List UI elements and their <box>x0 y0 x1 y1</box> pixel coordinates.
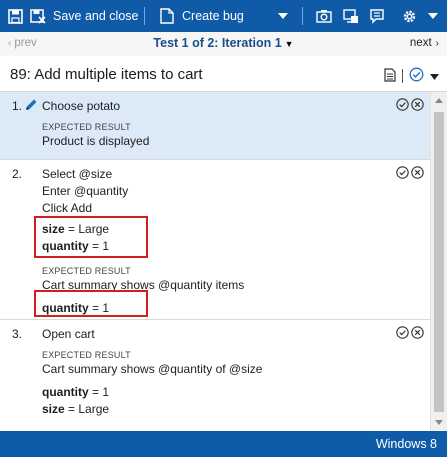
toolbar-separator <box>302 7 303 25</box>
comment-icon <box>370 8 384 24</box>
check-circle-icon <box>396 166 409 179</box>
pass-step-button[interactable] <box>396 326 409 342</box>
header-actions <box>384 67 439 85</box>
pass-test-button[interactable] <box>409 67 424 85</box>
test-navigation: ‹ prev Test 1 of 2: Iteration 1 ▼ next › <box>0 32 447 56</box>
expected-result-label: EXPECTED RESULT <box>42 350 131 360</box>
create-bug-dropdown[interactable] <box>278 12 288 20</box>
step-number: 3. <box>12 327 23 341</box>
step-action: Choose potato <box>42 99 121 113</box>
camera-icon <box>316 10 332 23</box>
chevron-right-icon: › <box>435 38 439 49</box>
vertical-scrollbar[interactable] <box>430 92 447 431</box>
add-comment-button[interactable] <box>370 8 386 24</box>
toolbar: Save and close Create bug <box>0 0 447 32</box>
check-circle-icon <box>396 326 409 339</box>
step-number: 2. <box>12 167 23 181</box>
create-bug-icon <box>160 8 174 24</box>
parameter-row: size = Large <box>42 401 262 418</box>
parameter-row: quantity = 1 <box>42 384 262 401</box>
x-circle-icon <box>411 98 424 111</box>
test-step[interactable]: 2. Select @size Enter @quantity Click Ad… <box>0 160 430 320</box>
next-label: next <box>409 37 432 49</box>
screen-capture-icon <box>343 8 358 23</box>
check-circle-icon <box>409 67 424 82</box>
test-step[interactable]: 1. Choose potato EXPECTED RESULT Product… <box>0 92 430 160</box>
test-steps-list: 1. Choose potato EXPECTED RESULT Product… <box>0 92 430 431</box>
settings-button[interactable] <box>402 8 417 24</box>
x-circle-icon <box>411 326 424 339</box>
record-screen-button[interactable] <box>343 8 359 24</box>
save-icon[interactable] <box>8 8 23 24</box>
pass-step-button[interactable] <box>396 166 409 182</box>
step-actions <box>396 166 424 182</box>
save-and-close-button[interactable]: Save and close <box>30 0 138 32</box>
fail-step-button[interactable] <box>411 326 424 342</box>
parameter-value: 1 <box>102 385 110 399</box>
scroll-up-arrow[interactable] <box>435 98 443 103</box>
parameter-name: size <box>42 402 65 416</box>
test-step[interactable]: 3. Open cart EXPECTED RESULT Cart summar… <box>0 320 430 431</box>
header-divider <box>402 69 403 83</box>
parameter-equals: = <box>88 385 103 399</box>
scroll-down-arrow[interactable] <box>435 420 443 425</box>
step-action-line: Click Add <box>42 201 93 215</box>
expected-result-label: EXPECTED RESULT <box>42 122 131 132</box>
camera-button[interactable] <box>316 8 332 24</box>
pencil-icon <box>24 98 38 115</box>
create-bug-button[interactable]: Create bug <box>160 0 244 32</box>
environment-label: Windows 8 <box>375 437 437 451</box>
expected-result: Product is displayed <box>42 134 150 148</box>
gear-icon <box>403 10 416 22</box>
step-content: Open cart EXPECTED RESULT Cart summary s… <box>42 326 262 418</box>
step-action-line: Enter @quantity <box>42 184 129 198</box>
expected-result: Cart summary shows @quantity of @size <box>42 362 263 376</box>
step-content: Choose potato EXPECTED RESULT Product is… <box>42 98 149 150</box>
highlight-box <box>34 216 148 258</box>
fail-step-button[interactable] <box>411 98 424 114</box>
x-circle-icon <box>411 166 424 179</box>
step-action-line: Select @size <box>42 167 113 181</box>
expected-result-label: EXPECTED RESULT <box>42 266 131 276</box>
step-number: 1. <box>12 99 23 113</box>
chevron-down-icon <box>278 13 288 19</box>
chevron-down-icon <box>430 74 439 80</box>
create-bug-label: Create bug <box>182 9 244 23</box>
test-outcome-dropdown[interactable] <box>430 69 439 83</box>
highlight-box <box>34 290 148 317</box>
save-close-icon <box>30 8 46 24</box>
toolbar-menu-dropdown[interactable] <box>428 12 438 20</box>
parameter-name: quantity <box>42 385 89 399</box>
step-actions <box>396 98 424 114</box>
parameter-value: Large <box>78 402 110 416</box>
status-bar: Windows 8 <box>0 431 447 457</box>
chevron-down-icon <box>428 13 438 19</box>
scrollbar-thumb[interactable] <box>434 112 444 412</box>
toolbar-separator <box>144 7 145 25</box>
iteration-title: Test 1 of 2: Iteration 1 <box>153 36 282 50</box>
step-actions <box>396 326 424 342</box>
chevron-down-icon: ▼ <box>284 39 294 49</box>
save-and-close-label: Save and close <box>53 9 139 23</box>
step-action: Open cart <box>42 327 95 341</box>
pass-step-button[interactable] <box>396 98 409 114</box>
parameter-equals: = <box>64 402 79 416</box>
test-case-title: 89: Add multiple items to cart <box>10 66 203 83</box>
iteration-selector[interactable]: Test 1 of 2: Iteration 1 ▼ <box>0 36 447 50</box>
check-circle-icon <box>396 98 409 111</box>
next-button[interactable]: next › <box>410 37 439 49</box>
test-case-header: 89: Add multiple items to cart <box>0 56 447 92</box>
document-icon[interactable] <box>384 67 396 85</box>
fail-step-button[interactable] <box>411 166 424 182</box>
